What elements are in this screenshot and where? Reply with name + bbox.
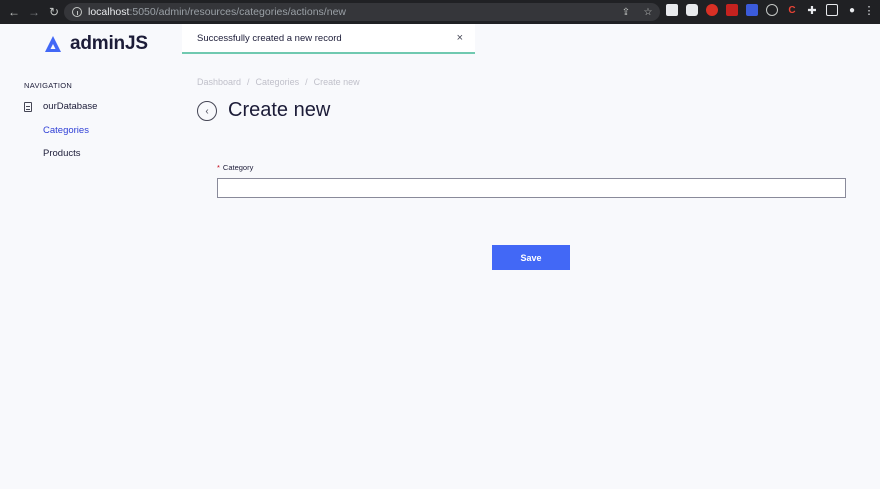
back-arrow-icon[interactable]: ←: [6, 4, 22, 20]
blue-extension-icon[interactable]: [746, 4, 758, 16]
app-logo[interactable]: adminJS: [43, 33, 148, 55]
breadcrumb-create-new: Create new: [313, 77, 360, 87]
database-group: ourDatabase: [24, 101, 97, 112]
navigation-heading: NAVIGATION: [24, 81, 73, 90]
logo-text: adminJS: [70, 33, 148, 54]
forward-arrow-icon[interactable]: →: [26, 4, 42, 20]
success-toast: Successfully created a new record ×: [182, 24, 475, 54]
adminjs-logo-icon: [45, 36, 61, 52]
chevron-left-icon: ‹: [205, 105, 209, 117]
back-button[interactable]: ‹: [197, 101, 217, 121]
page-title: Create new: [228, 99, 331, 121]
sidebar-item-categories[interactable]: Categories: [43, 125, 89, 136]
puzzle-icon[interactable]: ✚: [806, 4, 818, 17]
category-label: * Category: [217, 163, 254, 172]
required-marker: *: [217, 163, 220, 172]
c-extension-icon[interactable]: C: [786, 4, 798, 16]
database-icon: [24, 101, 32, 112]
url-text[interactable]: localhost:5050/admin/resources/categorie…: [88, 6, 346, 18]
site-info-icon[interactable]: [72, 7, 82, 17]
red-square-extension-icon[interactable]: [726, 4, 738, 16]
bookmark-star-icon[interactable]: ☆: [642, 5, 654, 19]
breadcrumb: Dashboard / Categories / Create new: [197, 77, 360, 87]
breadcrumb-separator: /: [305, 77, 308, 87]
sidebar-item-products[interactable]: Products: [43, 148, 81, 159]
camera-extension-icon[interactable]: [686, 4, 698, 16]
menu-dots-icon[interactable]: ⋮: [864, 4, 875, 17]
toast-message: Successfully created a new record: [197, 32, 342, 44]
category-input[interactable]: [217, 178, 846, 198]
browser-toolbar: ← → ↻ localhost:5050/admin/resources/cat…: [0, 0, 880, 24]
side-panel-icon[interactable]: [826, 4, 838, 16]
address-bar[interactable]: localhost:5050/admin/resources/categorie…: [64, 3, 660, 21]
reload-icon[interactable]: ↻: [46, 4, 62, 20]
extension-icon[interactable]: [666, 4, 678, 16]
breadcrumb-categories[interactable]: Categories: [256, 77, 300, 87]
database-label: ourDatabase: [43, 101, 98, 112]
share-icon[interactable]: ⇪: [620, 5, 632, 19]
profile-icon[interactable]: ●: [846, 4, 858, 16]
circle-extension-icon[interactable]: [766, 4, 778, 16]
red-extension-icon[interactable]: [706, 4, 718, 16]
save-button[interactable]: Save: [492, 245, 570, 270]
breadcrumb-separator: /: [247, 77, 250, 87]
breadcrumb-dashboard[interactable]: Dashboard: [197, 77, 241, 87]
close-icon[interactable]: ×: [457, 32, 463, 44]
